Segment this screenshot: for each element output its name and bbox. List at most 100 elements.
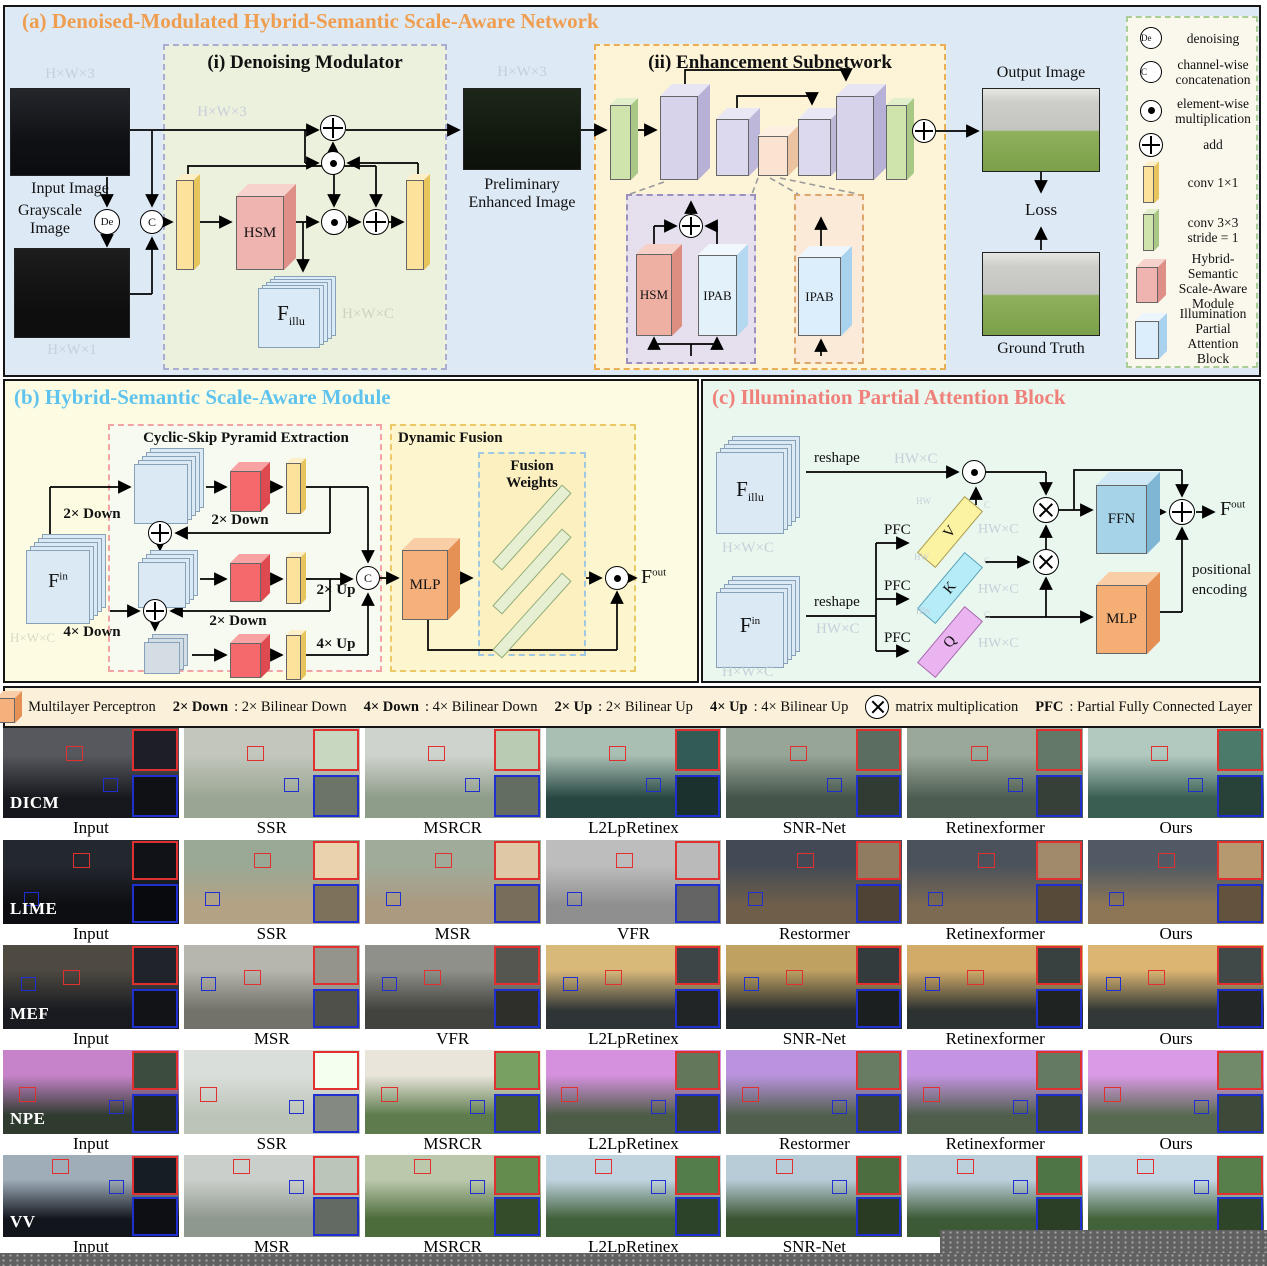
legend-a-label: conv 3×3 stride = 1 bbox=[1172, 215, 1254, 245]
bottom-legend-text: : Partial Fully Connected Layer bbox=[1069, 699, 1252, 716]
thumb-LIME-Ours bbox=[1088, 840, 1264, 924]
blue-inset bbox=[675, 989, 721, 1028]
red-inset bbox=[494, 1156, 540, 1195]
unet-bottleneck bbox=[758, 126, 798, 176]
red-box-marker bbox=[428, 746, 445, 761]
gallery-label: SSR bbox=[184, 818, 360, 840]
hwc-tag-v: HW×C bbox=[978, 522, 1019, 538]
conv3x3-icon bbox=[1143, 209, 1159, 251]
blue-inset bbox=[313, 775, 359, 817]
red-inset bbox=[856, 841, 902, 880]
red-inset bbox=[1217, 729, 1263, 771]
fout-label-b: Fout bbox=[641, 566, 666, 588]
pyramid-stack-1 bbox=[134, 448, 204, 524]
fin-label-b: Fin bbox=[28, 570, 88, 592]
blue-box-marker bbox=[744, 977, 759, 991]
conv1x1-py-3 bbox=[286, 630, 306, 680]
red-inset bbox=[1217, 946, 1263, 985]
add-node-c bbox=[1169, 499, 1195, 525]
red-box-marker bbox=[605, 970, 622, 985]
red-inset bbox=[132, 841, 178, 880]
bottom-legend-item: 4× Down: 4× Bilinear Down bbox=[364, 699, 538, 716]
bottom-legend-bold: 4× Up bbox=[710, 699, 748, 716]
blue-box-marker bbox=[748, 892, 763, 906]
otimes-icon bbox=[865, 695, 889, 719]
blue-inset bbox=[856, 1197, 902, 1236]
gallery-label: Retinexformer bbox=[907, 1134, 1083, 1155]
add-node-py-1 bbox=[148, 521, 172, 545]
blue-inset bbox=[494, 1094, 540, 1133]
hsm-module-block: HSM bbox=[236, 184, 296, 270]
legend-a-label: Illumination Partial Attention Block bbox=[1172, 306, 1254, 366]
dilated-block-1 bbox=[230, 462, 270, 512]
red-box-marker bbox=[609, 746, 626, 761]
dataset-tag: MEF bbox=[10, 1004, 49, 1024]
blue-box-marker bbox=[470, 1100, 485, 1114]
bottom-legend-item: matrix multiplication bbox=[865, 695, 1018, 719]
blue-box-marker bbox=[651, 1100, 666, 1114]
gallery-cell: Restormer bbox=[726, 840, 902, 945]
input-image bbox=[10, 88, 130, 176]
multiply-node-c bbox=[962, 460, 986, 484]
down2-label-2: 2× Down bbox=[204, 512, 276, 529]
blue-inset bbox=[132, 775, 178, 817]
red-inset bbox=[313, 1051, 359, 1090]
blue-box-marker bbox=[1013, 1180, 1028, 1194]
blue-box-marker bbox=[382, 977, 397, 991]
blue-inset bbox=[856, 884, 902, 923]
dataset-tag: LIME bbox=[10, 899, 57, 919]
red-inset bbox=[1036, 946, 1082, 985]
hwc-label-1: HW×C bbox=[894, 451, 937, 468]
stack-layer bbox=[134, 464, 188, 524]
gallery-cell: Ours bbox=[1088, 945, 1264, 1050]
bottom-legend-text: : 2× Bilinear Up bbox=[598, 699, 693, 716]
ipab-sub-block-1: IPAB bbox=[698, 244, 748, 336]
blue-inset bbox=[856, 1094, 902, 1133]
bottom-legend-item: 2× Down: 2× Bilinear Down bbox=[173, 699, 347, 716]
thumb-VV-hidden bbox=[1088, 1155, 1264, 1237]
gallery-cell: VVInput bbox=[3, 1155, 179, 1261]
concat-node: C bbox=[140, 210, 164, 234]
gallery-cell: L2LpRetinex bbox=[546, 1155, 722, 1261]
thumb-LIME-Restormer bbox=[726, 840, 902, 924]
hw-tag-v: HW bbox=[916, 496, 931, 506]
gallery-cell: MSR bbox=[365, 840, 541, 945]
de-icon: De bbox=[1140, 27, 1162, 49]
gallery-cell: L2LpRetinex bbox=[546, 1050, 722, 1155]
blue-box-marker bbox=[827, 778, 842, 792]
blue-inset bbox=[856, 775, 902, 817]
gallery-cell: LIMEInput bbox=[3, 840, 179, 945]
dot-icon bbox=[1140, 100, 1162, 122]
red-box-marker bbox=[776, 1159, 793, 1174]
bottom-legend-text: Multilayer Perceptron bbox=[28, 699, 156, 716]
blue-inset bbox=[675, 1094, 721, 1133]
thumb-MEF-L2LpRetinex bbox=[546, 945, 722, 1029]
red-box-marker bbox=[561, 1087, 578, 1102]
conv1x1-right bbox=[406, 174, 430, 270]
thumb-DICM-SNR-Net bbox=[726, 728, 902, 818]
red-box-marker bbox=[52, 1159, 69, 1174]
enhancement-title: (ii) Enhancement Subnetwork bbox=[640, 52, 900, 73]
multiply-node-1 bbox=[321, 209, 347, 235]
blue-inset bbox=[132, 989, 178, 1028]
reshape-label-2: reshape bbox=[814, 594, 860, 611]
red-inset bbox=[132, 1156, 178, 1195]
red-box-marker bbox=[595, 1159, 612, 1174]
blue-inset bbox=[1036, 884, 1082, 923]
gallery-row-NPE: NPEInputSSRMSRCRL2LpRetinexRestormerReti… bbox=[0, 1050, 1267, 1155]
multiply-node-2 bbox=[321, 151, 345, 175]
fillu-dims-c: H×W×C bbox=[722, 540, 774, 557]
blue-box-marker bbox=[646, 778, 661, 792]
ground-truth-image bbox=[982, 252, 1100, 336]
legend-a-item: Dedenoising bbox=[1130, 24, 1254, 53]
pfc-label-1: PFC bbox=[884, 522, 911, 539]
blue-box-marker bbox=[1109, 892, 1124, 906]
gallery-cell: Ours bbox=[1088, 728, 1264, 840]
ipab-sub-block-2: IPAB bbox=[798, 246, 852, 336]
gallery-cell: NPEInput bbox=[3, 1050, 179, 1155]
bottom-legend-bar: Dilated Dense BlockMultilayer Perceptron… bbox=[3, 686, 1261, 728]
blue-inset bbox=[494, 1197, 540, 1236]
bottom-legend-bold: 2× Down bbox=[173, 699, 228, 716]
positional-label-2: encoding bbox=[1192, 582, 1247, 599]
gallery-cell: L2LpRetinex bbox=[546, 945, 722, 1050]
